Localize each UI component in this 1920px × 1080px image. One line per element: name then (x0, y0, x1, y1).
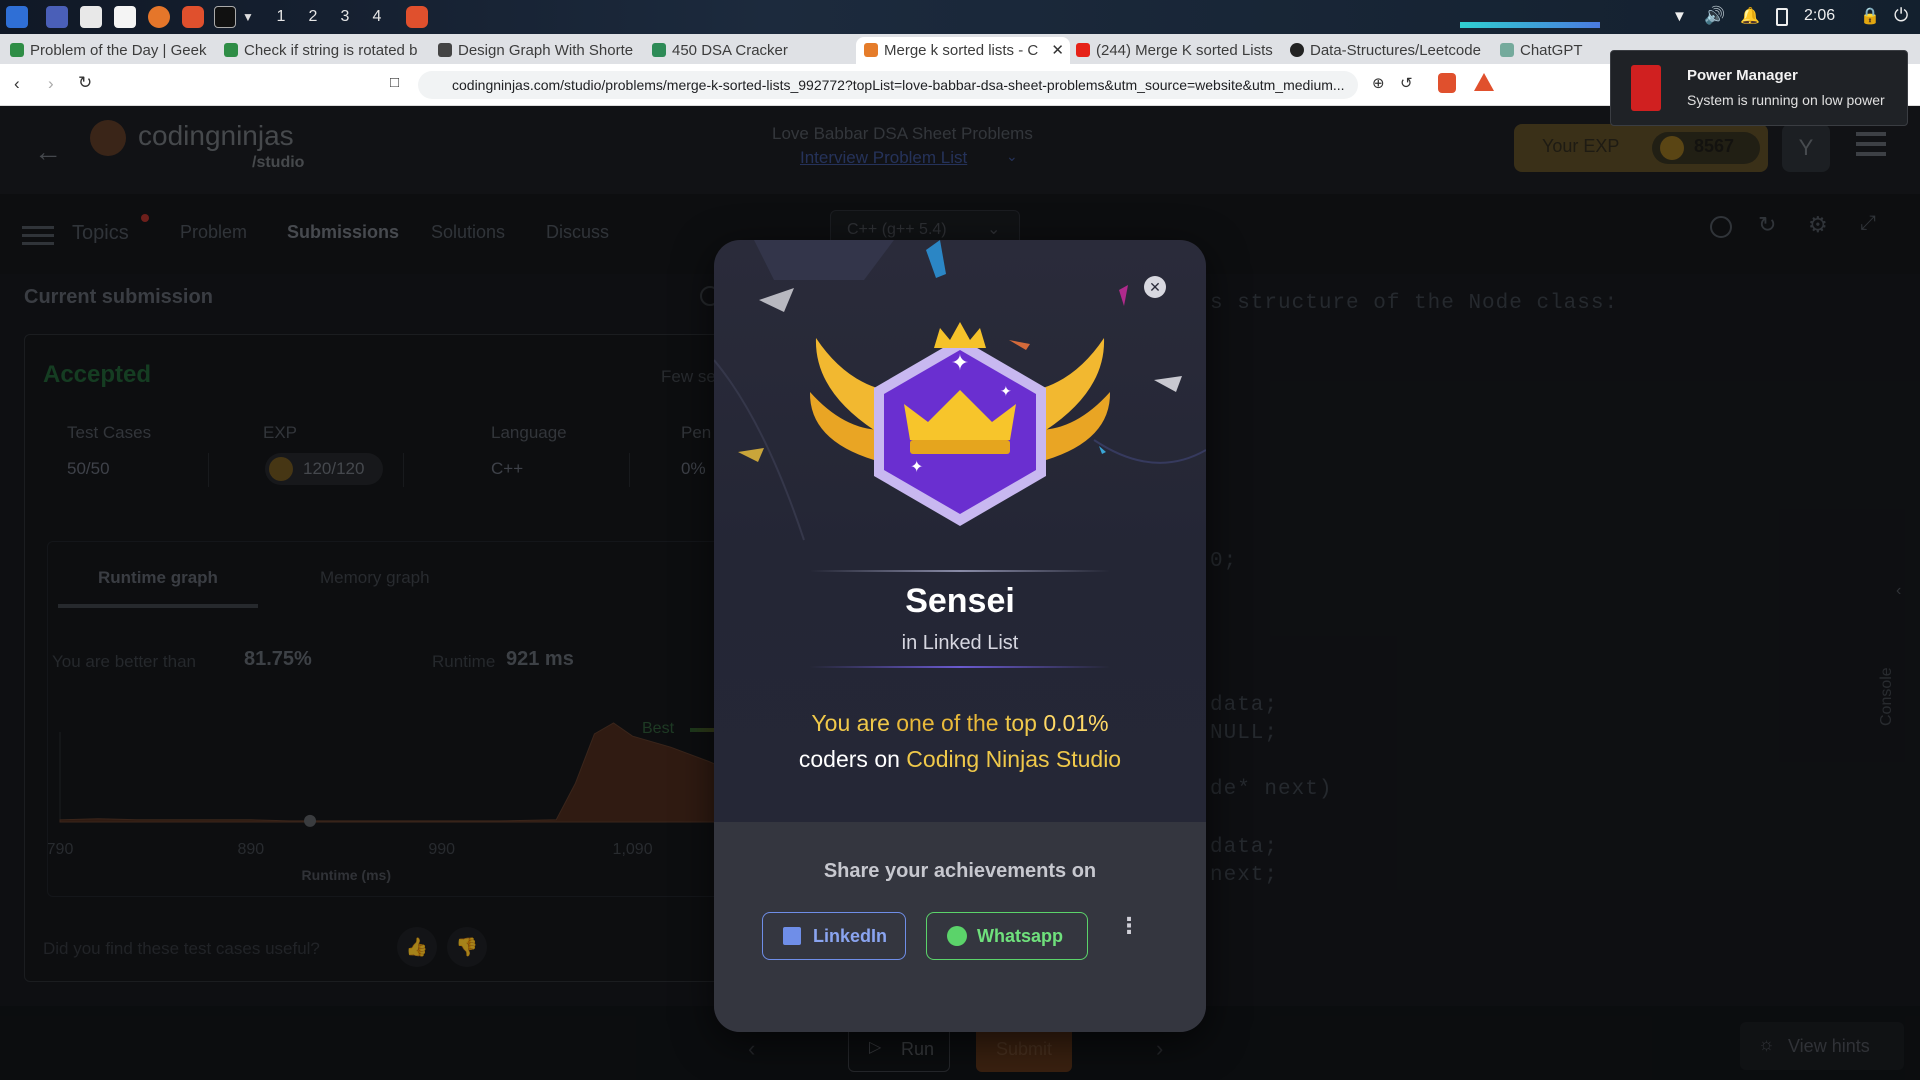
linkedin-icon (783, 927, 801, 945)
close-icon[interactable]: ✕ (1144, 276, 1166, 298)
close-tab-icon[interactable]: ✕ (1051, 37, 1064, 64)
notification-body: System is running on low power (1687, 92, 1885, 108)
tab-label: (244) Merge K sorted Lists (1096, 42, 1273, 59)
browser-tab[interactable]: 450 DSA Cracker (652, 37, 852, 64)
svg-text:✦: ✦ (951, 350, 969, 375)
bookmark-icon[interactable]: □ (390, 74, 399, 91)
workspace-1[interactable]: 1 (268, 6, 294, 28)
tab-label: Data-Structures/Leetcode (1310, 42, 1481, 59)
browser-tab[interactable]: ChatGPT (1500, 37, 1610, 64)
workspace-4[interactable]: 4 (364, 6, 390, 28)
lock-icon[interactable]: 🔒 (1860, 6, 1880, 26)
brave-icon[interactable] (182, 6, 204, 28)
brave-rewards-icon[interactable] (1474, 73, 1494, 91)
bell-icon[interactable]: 🔔 (1740, 6, 1760, 26)
gfg-icon (224, 43, 238, 57)
badge-topic: in Linked List (901, 632, 1019, 654)
workspace-2[interactable]: 2 (300, 6, 326, 28)
tab-label: Check if string is rotated b (244, 42, 418, 59)
reload-icon[interactable]: ↻ (78, 73, 92, 93)
divider (810, 666, 1110, 668)
terminal-icon[interactable] (214, 6, 236, 28)
msg-text: You are (811, 710, 897, 736)
chatgpt-icon (1500, 43, 1514, 57)
browser-tab[interactable]: Problem of the Day | Geek (10, 37, 210, 64)
msg-highlight: Coding Ninjas Studio (906, 746, 1122, 772)
app-menu-icon[interactable] (6, 6, 28, 28)
achievement-message-line2: coders on Coding Ninjas Studio (714, 746, 1206, 773)
brave-shield-icon[interactable] (1438, 73, 1456, 93)
file-manager-icon[interactable] (80, 6, 102, 28)
battery-icon[interactable] (1776, 8, 1788, 26)
badge-name: Sensei (905, 582, 1015, 620)
svg-text:✦: ✦ (1000, 383, 1012, 399)
share-icon[interactable]: ↺ (1400, 74, 1413, 92)
desktop-icon[interactable] (46, 6, 68, 28)
svg-text:✦: ✦ (910, 459, 923, 476)
chevron-down-icon[interactable]: ▼ (242, 10, 254, 24)
workspace-3[interactable]: 3 (332, 6, 358, 28)
whatsapp-icon (947, 926, 967, 946)
more-options-icon[interactable]: ⋮ (1118, 915, 1140, 937)
power-icon[interactable]: ⏻ (1894, 5, 1908, 26)
address-bar[interactable]: codingninjas.com/studio/problems/merge-k… (418, 71, 1358, 99)
document-viewer-icon[interactable] (114, 6, 136, 28)
back-icon[interactable]: ‹ (14, 74, 20, 94)
tab-label: 450 DSA Cracker (672, 42, 788, 59)
achievement-message-line1: You are one of the top 0.01% (714, 710, 1206, 737)
cpu-graph (1460, 22, 1600, 28)
dsa-cracker-icon (652, 43, 666, 57)
msg-text: top (998, 710, 1044, 736)
clock[interactable]: 2:06 (1804, 7, 1835, 25)
achievement-modal: ✦ ✦ ✦ ✕ Sensei in Linked List You are on… (714, 240, 1206, 1032)
msg-text: coders on (798, 746, 907, 772)
whatsapp-label: Whatsapp (977, 926, 1064, 946)
gfg-icon (10, 43, 24, 57)
whatsapp-share-button[interactable]: Whatsapp (926, 912, 1088, 960)
msg-highlight: 0.01% (1043, 710, 1109, 736)
tab-label: Merge k sorted lists - C (884, 42, 1039, 59)
os-taskbar: ▼ 1 2 3 4 ▼ 🔊 🔔 2:06 🔒 ⏻ (0, 0, 1920, 34)
browser-tab-active[interactable]: Merge k sorted lists - C ✕ (856, 37, 1070, 64)
browser-tab[interactable]: (244) Merge K sorted Lists (1076, 37, 1276, 64)
volume-icon[interactable]: 🔊 (1704, 6, 1725, 26)
zoom-icon[interactable]: ⊕ (1372, 74, 1385, 92)
linkedin-label: LinkedIn (813, 926, 888, 946)
msg-text: one of the (896, 710, 999, 736)
linkedin-share-button[interactable]: LinkedIn (762, 912, 906, 960)
battery-warning-icon (1631, 65, 1661, 111)
github-icon (1290, 43, 1304, 57)
wifi-icon[interactable]: ▼ (1672, 8, 1687, 25)
power-notification[interactable]: Power Manager System is running on low p… (1610, 50, 1908, 126)
tab-label: Design Graph With Shorte (458, 42, 634, 59)
tab-label: Problem of the Day | Geek (30, 42, 207, 59)
browser-tab[interactable]: Check if string is rotated b (224, 37, 424, 64)
forward-icon[interactable]: › (48, 74, 54, 94)
browser-tab[interactable]: Data-Structures/Leetcode (1290, 37, 1490, 64)
notification-title: Power Manager (1687, 67, 1798, 84)
firefox-icon[interactable] (148, 6, 170, 28)
leetcode-icon (438, 43, 452, 57)
divider (810, 570, 1110, 572)
codingninjas-icon (864, 43, 878, 57)
tab-label: ChatGPT (1520, 42, 1583, 59)
brave-window-icon[interactable] (406, 6, 428, 28)
browser-tab[interactable]: Design Graph With Shorte (438, 37, 638, 64)
youtube-icon (1076, 43, 1090, 57)
share-title: Share your achievements on (823, 860, 1097, 882)
